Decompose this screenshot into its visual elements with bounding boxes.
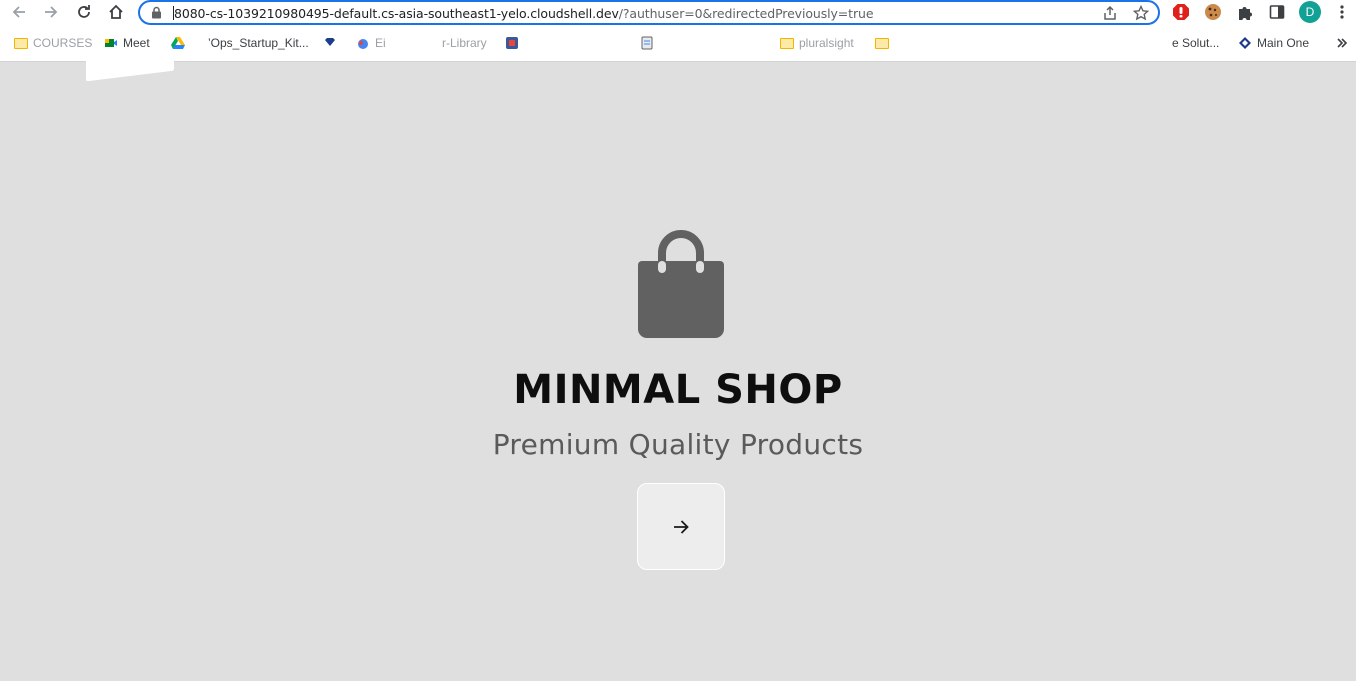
landing-page: MINMAL SHOP Premium Quality Products xyxy=(0,62,1356,681)
side-panel-icon[interactable] xyxy=(1267,2,1287,22)
shop-tagline: Premium Quality Products xyxy=(492,428,864,461)
url-host: 8080-cs-1039210980495-default.cs-asia-so… xyxy=(174,6,619,21)
bookmark-item-cloud[interactable]: Ei xyxy=(356,34,386,52)
shop-title: MINMAL SHOP xyxy=(513,367,843,413)
bookmark-label: Meet xyxy=(123,36,150,50)
lock-icon xyxy=(152,6,161,19)
forward-arrow-icon xyxy=(45,6,58,18)
reload-button[interactable] xyxy=(73,1,95,23)
browser-menu-icon[interactable] xyxy=(1332,2,1352,22)
home-icon xyxy=(109,4,123,19)
back-arrow-icon xyxy=(12,6,25,18)
drive-icon xyxy=(171,37,185,49)
shopping-bag-icon xyxy=(638,230,724,338)
enter-shop-button[interactable] xyxy=(637,483,725,570)
bookmark-icon xyxy=(325,38,335,46)
home-button[interactable] xyxy=(105,1,127,23)
profile-avatar[interactable]: D xyxy=(1299,1,1321,23)
bookmark-label: e Solut... xyxy=(1172,36,1220,50)
url-path: /?authuser=0&redirectedPreviously=true xyxy=(618,6,874,21)
bookmarks-bar: COURSES Meet ’Ops_Startup_Kit... Ei r-Li… xyxy=(0,25,1356,62)
url-text[interactable]: 8080-cs-1039210980495-default.cs-asia-so… xyxy=(173,6,874,21)
bookmark-label: COURSES xyxy=(33,36,93,50)
bookmark-item-doc[interactable] xyxy=(640,34,654,52)
bookmark-solutions[interactable]: e Solut... xyxy=(1172,34,1219,52)
back-button[interactable] xyxy=(8,1,30,23)
bookmark-folder-pluralsight[interactable]: pluralsight xyxy=(780,34,854,52)
bookmark-main-one[interactable]: Main One xyxy=(1238,34,1309,52)
address-bar[interactable]: 8080-cs-1039210980495-default.cs-asia-so… xyxy=(138,0,1160,25)
folder-icon xyxy=(14,37,28,49)
forward-button[interactable] xyxy=(40,1,62,23)
bookmark-ops-startup-kit[interactable]: ’Ops_Startup_Kit... xyxy=(171,34,309,52)
bookmarks-overflow-button[interactable] xyxy=(1335,34,1349,52)
cloud-icon xyxy=(358,39,368,49)
extensions-puzzle-icon[interactable] xyxy=(1235,2,1255,22)
bookmark-star-icon[interactable] xyxy=(1133,5,1149,21)
adblock-extension-icon[interactable] xyxy=(1171,2,1191,22)
bookmark-item-app[interactable] xyxy=(505,34,519,52)
folder-icon xyxy=(875,37,889,49)
arrow-right-icon xyxy=(674,519,689,534)
bookmark-label: r-Library xyxy=(442,36,487,50)
bookmark-library[interactable]: r-Library xyxy=(442,34,487,52)
bookmark-folder[interactable] xyxy=(875,34,889,52)
app-icon xyxy=(506,37,518,49)
browser-toolbar: 8080-cs-1039210980495-default.cs-asia-so… xyxy=(0,0,1356,25)
meet-icon xyxy=(105,39,117,47)
bookmark-item[interactable] xyxy=(323,34,337,52)
bookmark-folder-courses[interactable]: COURSES xyxy=(14,34,92,52)
bookmark-label: ’Ops_Startup_Kit... xyxy=(208,36,309,50)
double-chevron-right-icon xyxy=(1337,38,1348,48)
bookmark-label: Ei xyxy=(375,36,386,50)
cookie-extension-icon[interactable] xyxy=(1203,2,1223,22)
doc-icon xyxy=(641,36,653,50)
bookmark-label: pluralsight xyxy=(799,36,854,50)
main-one-icon xyxy=(1239,37,1251,49)
folder-icon xyxy=(780,37,794,49)
bookmark-label: Main One xyxy=(1257,36,1310,50)
bookmark-meet[interactable]: Meet xyxy=(104,34,150,52)
share-icon[interactable] xyxy=(1102,5,1118,21)
reload-icon xyxy=(78,5,90,18)
